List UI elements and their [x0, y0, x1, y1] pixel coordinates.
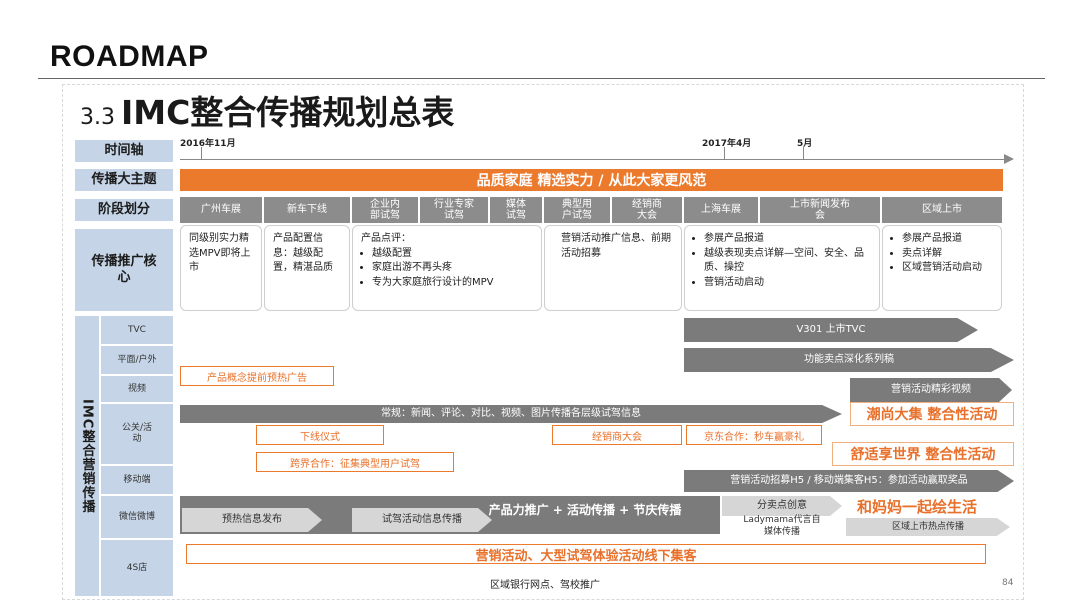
pr-crossover: 跨界合作：征集典型用户试驾: [256, 452, 454, 472]
stage-expert-trial: 行业专家试驾: [420, 197, 488, 223]
stage-regional: 区域上市: [882, 197, 1002, 223]
core-box-3-title: 产品点评：: [361, 233, 411, 244]
page-header: ROADMAP: [50, 40, 209, 73]
row-label-pr: 公关/活动: [101, 404, 173, 464]
row-label-stage: 阶段划分: [75, 199, 173, 221]
stage-internal-trial: 企业内部试驾: [352, 197, 418, 223]
pr-dealer-conference: 经销商大会: [552, 425, 682, 445]
header-divider: [38, 78, 1045, 79]
wechat-trial-arrow: 试驾活动信息传播: [352, 508, 492, 532]
core-box-6-item: 参展产品报道: [902, 232, 993, 247]
core-box-1: 同级别实力精选MPV即将上市: [180, 225, 262, 311]
slide-number: 3.3: [80, 105, 115, 130]
core-box-3: 产品点评： 越级配置 家庭出游不再头疼 专为大家庭旅行设计的MPV: [352, 225, 542, 311]
core-box-6: 参展产品报道 卖点详解 区域营销活动启动: [882, 225, 1002, 311]
pr-offline-ceremony: 下线仪式: [256, 425, 384, 445]
row-label-mobile: 移动端: [101, 466, 173, 494]
wechat-selling-point-arrow: 分卖点创意: [722, 496, 842, 516]
wechat-big-activity: 和妈妈一起绘生活: [856, 497, 977, 516]
slide-title: 3.3 IMC整合传播规划总表: [80, 86, 454, 134]
wechat-preheat-arrow: 预热信息发布: [182, 508, 322, 532]
video-preheat-box: 产品概念提前预热广告: [180, 366, 334, 386]
page-number: 84: [1002, 578, 1014, 588]
timeline-marker-start: [201, 147, 202, 159]
stage-media-trial: 媒体试驾: [490, 197, 542, 223]
core-box-2: 产品配置信息：越级配置，精湛品质: [264, 225, 350, 311]
timeline-tick-start: 2016年11月: [180, 139, 236, 149]
pr-jd-cooperation: 京东合作：秒车赢豪礼: [686, 425, 822, 445]
row-label-theme: 传播大主题: [75, 169, 173, 191]
timeline-tick-may: 5月: [797, 139, 813, 149]
timeline-tick-apr: 2017年4月: [702, 139, 752, 149]
pr-big-event-1: 潮尚大集 整合性活动: [850, 402, 1014, 426]
print-arrow: 功能卖点深化系列稿: [684, 348, 1014, 372]
wechat-regional-arrow: 区域上市热点传播: [846, 518, 1010, 536]
stage-user-trial: 典型用户试驾: [544, 197, 610, 223]
theme-bar: 品质家庭 精选实力 / 从此大家更风范: [180, 169, 1003, 191]
row-label-video: 视频: [101, 376, 173, 402]
core-box-5-item: 参展产品报道: [704, 232, 871, 247]
pr-regular-arrow: 常规：新闻、评论、对比、视频、图片传播各层级试驾信息: [180, 405, 842, 423]
timeline-arrowhead: [1004, 154, 1014, 164]
wechat-main-text: 产品力推广 + 活动传播 + 节庆传播: [488, 502, 682, 517]
stage-guangzhou: 广州车展: [180, 197, 262, 223]
pr-big-event-2: 舒适享世界 整合性活动: [832, 442, 1014, 466]
core-box-6-item: 区域营销活动启动: [902, 261, 993, 276]
core-box-3-item: 越级配置: [372, 247, 533, 262]
core-box-5-item: 越级表现卖点详解—空间、安全、品质、操控: [704, 247, 871, 276]
timeline-marker-apr: [724, 147, 725, 159]
row-label-print: 平面/户外: [101, 346, 173, 374]
row-label-timeline: 时间轴: [75, 140, 173, 162]
stage-dealer-conf: 经销商大会: [612, 197, 682, 223]
core-box-4: 营销活动推广信息、前期活动招募: [544, 225, 682, 311]
stage-line-off: 新车下线: [264, 197, 350, 223]
stage-launch-press: 上市新闻发布会: [760, 197, 880, 223]
core-box-5: 参展产品报道 越级表现卖点详解—空间、安全、品质、操控 营销活动启动: [684, 225, 880, 311]
tvc-arrow: V301 上市TVC: [684, 318, 978, 342]
wechat-ladymama-text: Ladymama代言自媒体传播: [743, 515, 821, 537]
row-label-wechat: 微信微博: [101, 496, 173, 538]
timeline-marker-may: [803, 147, 804, 159]
core-box-6-item: 卖点详解: [902, 247, 993, 262]
row-label-imc: IMC整合营销传播: [75, 316, 99, 596]
store-sub-text: 区域银行网点、驾校推广: [490, 580, 600, 591]
timeline-axis: [180, 159, 1006, 160]
stage-shanghai: 上海车展: [684, 197, 758, 223]
slide-title-text: IMC整合传播规划总表: [121, 93, 455, 132]
store-main-box: 营销活动、大型试驾体验活动线下集客: [186, 544, 986, 564]
core-box-5-item: 营销活动启动: [704, 276, 871, 291]
core-box-3-item: 家庭出游不再头疼: [372, 261, 533, 276]
row-label-core: 传播推广核心: [75, 229, 173, 311]
row-label-store: 4S店: [101, 540, 173, 596]
video-main-arrow: 营销活动精彩视频: [850, 378, 1012, 402]
row-label-tvc: TVC: [101, 316, 173, 344]
mobile-h5-arrow: 营销活动招募H5 / 移动端集客H5：参加活动赢取奖品: [684, 470, 1014, 492]
core-box-3-item: 专为大家庭旅行设计的MPV: [372, 276, 533, 291]
